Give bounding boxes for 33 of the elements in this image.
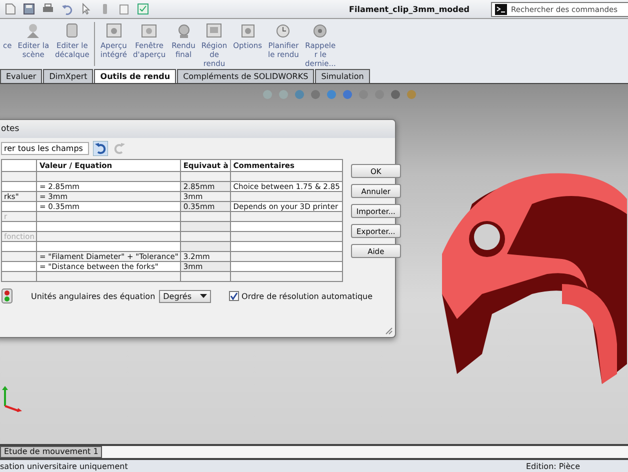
checklist-icon[interactable] xyxy=(137,3,149,15)
checkbox-label: Ordre de résolution automatique xyxy=(242,292,373,300)
new-document-icon[interactable] xyxy=(4,3,16,15)
window-title: Filament_clip_3mm_moded xyxy=(349,4,471,14)
tab[interactable]: Outils de rendu xyxy=(94,69,176,83)
render-icon xyxy=(311,22,330,40)
checkbox[interactable] xyxy=(228,291,239,301)
undo-icon[interactable] xyxy=(61,3,73,15)
tab[interactable]: DimXpert xyxy=(43,69,94,83)
angle-units-label: Unités angulaires des équation xyxy=(31,292,156,300)
axis-triad-icon xyxy=(0,384,24,414)
save-icon[interactable] xyxy=(23,3,35,15)
printer-icon[interactable] xyxy=(42,3,54,15)
preview-icon xyxy=(104,22,123,40)
preview-window-icon xyxy=(140,22,158,40)
tab[interactable]: Simulation xyxy=(315,69,370,83)
tab[interactable]: Etude de mouvement 1 xyxy=(0,446,102,458)
angle-units-dropdown[interactable]: Degrés xyxy=(159,290,211,302)
dialog-title: otes xyxy=(0,120,395,138)
command-prompt-icon xyxy=(495,4,507,14)
region-icon xyxy=(205,22,224,40)
cursor-icon[interactable] xyxy=(80,3,92,15)
filter-field[interactable]: rer tous les champs xyxy=(1,142,89,155)
resize-grip-icon xyxy=(385,327,393,335)
checkmark-icon xyxy=(230,292,238,300)
tab[interactable]: Compléments de SOLIDWORKS xyxy=(177,69,314,83)
status-text: Edition: Pièce xyxy=(526,462,580,470)
undo-icon[interactable] xyxy=(93,141,108,156)
status-text: sation universitaire uniquement xyxy=(0,462,128,470)
dropdown-arrow-icon xyxy=(200,294,207,298)
options-icon xyxy=(238,22,257,40)
tab[interactable]: Evaluer xyxy=(0,69,42,83)
clock-icon xyxy=(274,22,292,40)
